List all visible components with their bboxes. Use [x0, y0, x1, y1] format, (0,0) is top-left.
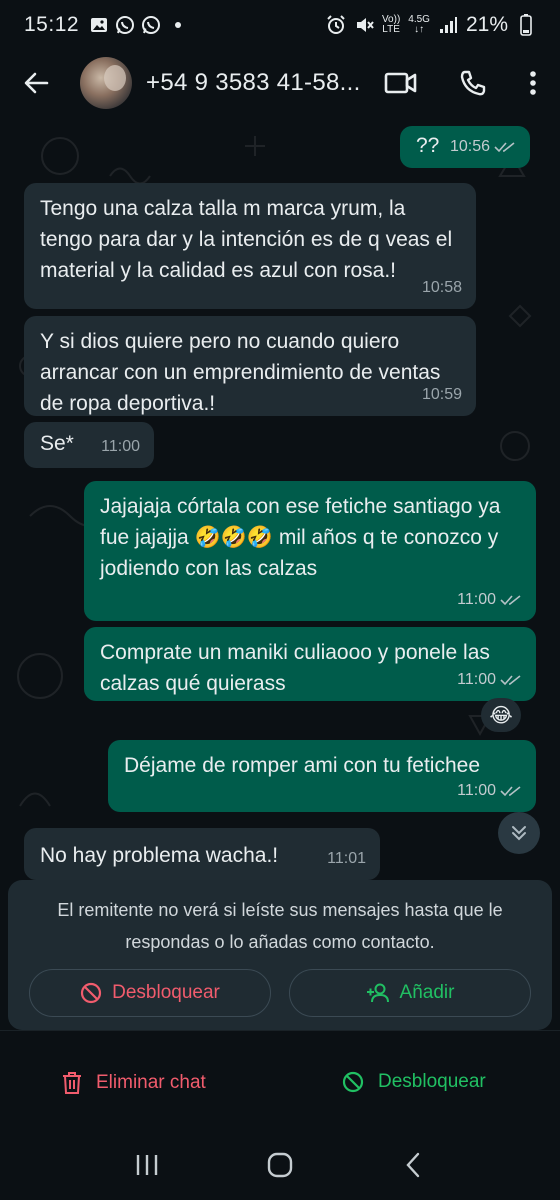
trash-icon — [63, 1072, 81, 1094]
voice-call-button[interactable] — [446, 53, 500, 113]
message-bubble-incoming[interactable]: Tengo una calza talla m marca yrum, la t… — [24, 183, 476, 309]
blocked-chat-actions: Eliminar chat Desbloquear — [0, 1030, 560, 1130]
chat-area[interactable]: ?? 10:56 Tengo una calza talla m marca y… — [0, 116, 560, 880]
network-type: 4.5G ↓↑ — [408, 14, 430, 35]
recents-icon — [136, 1155, 157, 1175]
message-bubble-outgoing[interactable]: Comprate un maniki culiaooo y ponele las… — [84, 627, 536, 701]
recent-apps-button[interactable] — [117, 1135, 177, 1195]
double-check-icon — [500, 674, 521, 685]
add-person-icon — [366, 983, 389, 1003]
message-bubble-outgoing[interactable]: Déjame de romper ami con tu fetichee 11:… — [108, 740, 536, 812]
unblock-contact-button[interactable]: Desbloquear — [342, 1071, 486, 1093]
back-nav-button[interactable] — [383, 1135, 443, 1195]
message-bubble-incoming[interactable]: Se* 11:00 — [24, 422, 154, 468]
notice-text: El remitente no verá si leíste sus mensa… — [57, 900, 503, 952]
video-call-button[interactable] — [374, 53, 428, 113]
whatsapp-icon — [115, 15, 135, 35]
message-text: Y si dios quiere pero no cuando quiero a… — [40, 330, 441, 415]
network-label: 4.5G — [408, 14, 430, 25]
message-bubble-incoming[interactable]: No hay problema wacha.! 11:01 — [24, 828, 380, 880]
message-time: 11:01 — [327, 850, 366, 867]
avatar[interactable] — [80, 57, 132, 109]
arrow-left-icon — [24, 72, 49, 94]
message-time: 11:00 — [457, 671, 496, 688]
scroll-to-bottom-button[interactable] — [498, 812, 540, 854]
message-reaction[interactable]: 😂 — [481, 698, 521, 732]
back-button[interactable] — [6, 53, 66, 113]
unknown-sender-notice: El remitente no verá si leíste sus mensa… — [8, 880, 552, 1030]
message-time: 10:59 — [421, 386, 462, 403]
battery-icon — [516, 14, 536, 36]
message-text: No hay problema wacha.! — [40, 844, 279, 867]
message-time: 10:56 — [449, 138, 490, 155]
block-icon — [81, 982, 102, 1004]
unblock-button[interactable]: Desbloquear — [29, 969, 271, 1017]
system-nav-bar — [0, 1130, 560, 1200]
chat-header: +54 9 3583 41-58... — [0, 50, 560, 116]
notification-dot — [175, 22, 182, 28]
signal-icon — [438, 15, 458, 35]
double-check-icon — [500, 785, 521, 796]
delete-chat-label: Eliminar chat — [96, 1072, 206, 1093]
double-chevron-down-icon — [512, 826, 526, 841]
status-time: 15:12 — [24, 13, 80, 36]
message-bubble-outgoing[interactable]: ?? 10:56 — [400, 126, 530, 168]
more-vertical-icon — [530, 71, 536, 95]
unblock-contact-label: Desbloquear — [378, 1071, 486, 1092]
message-time: 11:00 — [101, 438, 140, 455]
message-bubble-incoming[interactable]: Y si dios quiere pero no cuando quiero a… — [24, 316, 476, 416]
video-camera-icon — [384, 72, 417, 94]
add-contact-label: Añadir — [399, 982, 455, 1003]
message-time: 11:00 — [457, 782, 496, 799]
add-contact-button[interactable]: Añadir — [289, 969, 531, 1017]
message-bubble-outgoing[interactable]: Jajajaja córtala con ese fetiche santiag… — [84, 481, 536, 621]
status-bar: 15:12 Vo)) LTE 4.5G ↓↑ 21% — [0, 0, 560, 50]
message-time: 11:00 — [457, 591, 496, 608]
message-text: Tengo una calza talla m marca yrum, la t… — [40, 197, 453, 282]
lte-label: LTE — [382, 24, 400, 35]
message-text: Jajajaja córtala con ese fetiche santiag… — [100, 495, 501, 580]
phone-icon — [460, 70, 486, 96]
chevron-left-icon — [406, 1152, 420, 1178]
home-icon — [267, 1152, 293, 1178]
delete-chat-button[interactable]: Eliminar chat — [62, 1071, 206, 1095]
block-icon — [342, 1071, 364, 1093]
alarm-icon — [326, 15, 346, 35]
message-time: 10:58 — [421, 279, 462, 296]
double-check-icon — [494, 141, 515, 152]
whatsapp-icon — [141, 15, 161, 35]
battery-level: 21% — [465, 13, 508, 36]
mute-icon — [354, 15, 374, 35]
home-button[interactable] — [250, 1135, 310, 1195]
more-options-button[interactable] — [506, 53, 560, 113]
double-check-icon — [500, 594, 521, 605]
volte-indicator: Vo)) LTE — [382, 15, 400, 35]
contact-name[interactable]: +54 9 3583 41-58... — [146, 69, 364, 97]
unblock-label: Desbloquear — [112, 982, 220, 1003]
gallery-icon — [89, 15, 109, 35]
